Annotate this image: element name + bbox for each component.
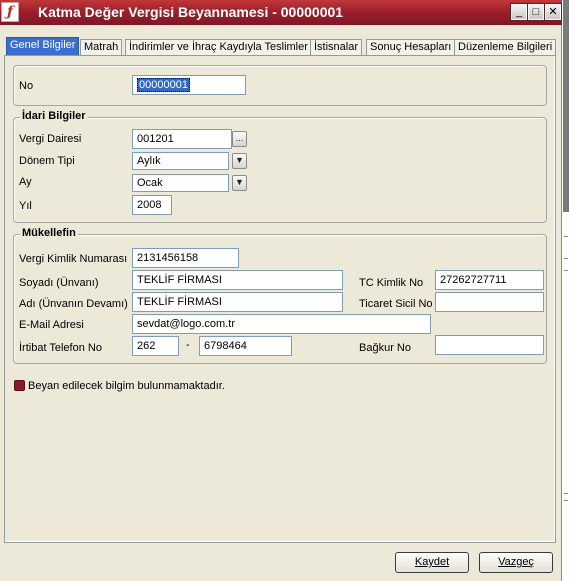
beyan-checkbox-label: Beyan edilecek bilgim bulunmamaktadır. xyxy=(28,380,225,392)
tab-matrah[interactable]: Matrah xyxy=(80,39,123,55)
kdv-window: ƒ Katma Değer Vergisi Beyannamesi - 0000… xyxy=(0,0,562,581)
maximize-button[interactable]: □ xyxy=(527,3,545,21)
telefon-code-input[interactable]: 262 xyxy=(132,336,179,356)
title-bar[interactable]: ƒ Katma Değer Vergisi Beyannamesi - 0000… xyxy=(0,0,562,25)
beyan-checkbox[interactable] xyxy=(14,380,25,391)
background-line xyxy=(564,236,568,237)
save-button-label: Kaydet xyxy=(414,556,450,568)
cancel-button[interactable]: Vazgeç xyxy=(479,552,553,573)
minimize-button[interactable]: _ xyxy=(510,3,528,21)
tab-indirimler[interactable]: İndirimler ve İhraç Kaydıyla Teslimler xyxy=(125,39,312,55)
idari-bilgiler-group: İdari Bilgiler Vergi Dairesi 001201 ... … xyxy=(13,110,547,223)
close-button[interactable]: ✕ xyxy=(544,3,562,21)
tab-panel-genel-bilgiler: No 00000001 İdari Bilgiler Vergi Dairesi… xyxy=(4,55,556,543)
donem-tipi-dropdown-icon[interactable]: ▼ xyxy=(232,153,247,169)
background-line xyxy=(564,270,568,271)
ticaret-sicil-input[interactable] xyxy=(435,292,544,312)
email-input[interactable]: sevdat@logo.com.tr xyxy=(132,314,431,334)
bagkur-label: Bağkur No xyxy=(359,342,411,354)
no-value: 00000001 xyxy=(137,78,190,92)
save-button[interactable]: Kaydet xyxy=(395,552,469,573)
telefon-label: İrtibat Telefon No xyxy=(19,342,102,354)
vkn-label: Vergi Kimlik Numarası xyxy=(19,253,128,265)
background-line xyxy=(564,258,568,259)
donem-tipi-select[interactable]: Aylık xyxy=(132,152,229,170)
mukellef-group: Mükellefin Vergi Kimlik Numarası 2131456… xyxy=(13,227,547,364)
cancel-button-label: Vazgeç xyxy=(498,556,534,568)
telefon-dash: - xyxy=(186,339,190,351)
window-title: Katma Değer Vergisi Beyannamesi - 000000… xyxy=(38,4,344,20)
yil-label: Yıl xyxy=(19,200,32,212)
ay-dropdown-icon[interactable]: ▼ xyxy=(232,175,247,191)
no-input[interactable]: 00000001 xyxy=(132,75,246,95)
tab-istisnalar[interactable]: İstisnalar xyxy=(310,39,363,55)
soyadi-input[interactable]: TEKLİF FİRMASI xyxy=(132,270,343,290)
idari-bilgiler-title: İdari Bilgiler xyxy=(20,110,88,122)
vergi-dairesi-input[interactable]: 001201 xyxy=(132,129,232,149)
tab-sonuc-hesaplari[interactable]: Sonuç Hesapları xyxy=(366,39,456,55)
ticaret-sicil-label: Ticaret Sicil No xyxy=(359,298,433,310)
background-strip xyxy=(563,0,569,581)
vergi-dairesi-label: Vergi Dairesi xyxy=(19,133,82,145)
ay-select[interactable]: Ocak xyxy=(132,174,229,192)
background-line xyxy=(564,493,568,494)
bagkur-input[interactable] xyxy=(435,335,544,355)
adi-input[interactable]: TEKLİF FİRMASI xyxy=(132,292,343,312)
tckn-input[interactable]: 27262727711 xyxy=(435,270,544,290)
no-label: No xyxy=(19,80,34,92)
donem-tipi-label: Dönem Tipi xyxy=(19,155,75,167)
ay-label: Ay xyxy=(19,176,32,188)
background-dark-area xyxy=(563,0,569,212)
background-line xyxy=(564,500,568,501)
tab-genel-bilgiler[interactable]: Genel Bilgiler xyxy=(6,37,80,56)
tab-duzenleme-bilgileri[interactable]: Düzenleme Bilgileri xyxy=(454,39,557,55)
no-group: No 00000001 xyxy=(13,65,547,106)
adi-label: Adı (Ünvanın Devamı) xyxy=(19,298,128,310)
telefon-number-input[interactable]: 6798464 xyxy=(199,336,292,356)
vkn-input[interactable]: 2131456158 xyxy=(132,248,239,268)
email-label: E-Mail Adresi xyxy=(19,319,84,331)
app-icon: ƒ xyxy=(1,2,19,22)
tckn-label: TC Kimlik No xyxy=(359,277,424,289)
vergi-dairesi-lookup-button[interactable]: ... xyxy=(232,131,247,147)
soyadi-label: Soyadı (Ünvanı) xyxy=(19,277,99,289)
mukellef-title: Mükellefin xyxy=(20,227,78,239)
yil-input[interactable]: 2008 xyxy=(132,195,172,215)
